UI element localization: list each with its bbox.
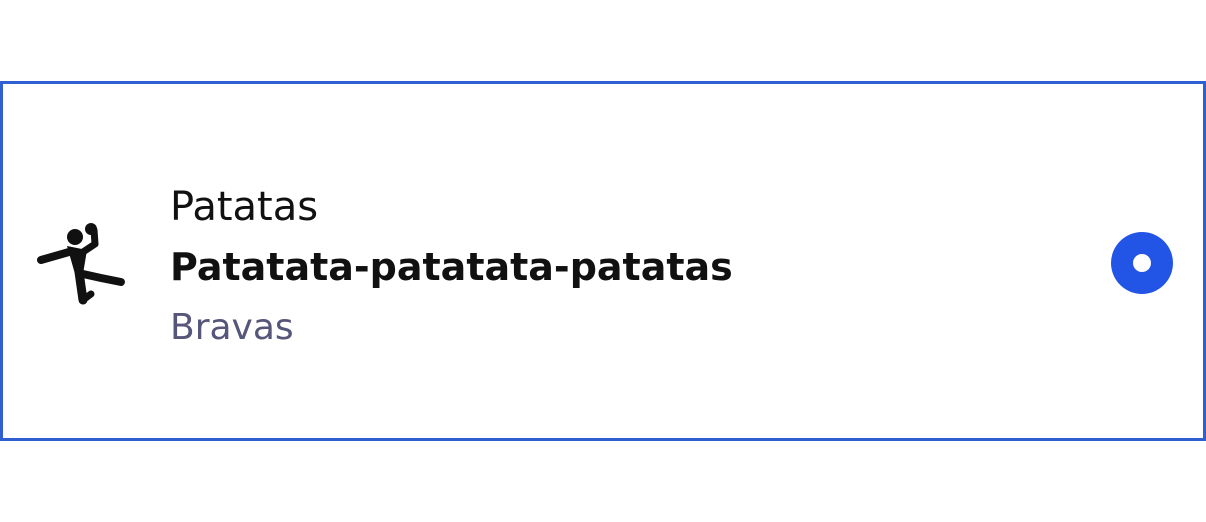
handball-player-icon bbox=[37, 222, 127, 312]
option-title: Patatas bbox=[170, 184, 319, 230]
option-subtitle: Patatata-patatata-patatas bbox=[170, 245, 733, 289]
radio-button-selected[interactable] bbox=[1111, 232, 1173, 294]
option-card[interactable]: Patatas Patatata-patatata-patatas Bravas bbox=[0, 81, 1206, 441]
option-text: Patatas Patatata-patatata-patatas Bravas bbox=[170, 180, 733, 356]
option-caption: Bravas bbox=[170, 307, 294, 348]
radio-indicator-dot bbox=[1133, 254, 1151, 272]
